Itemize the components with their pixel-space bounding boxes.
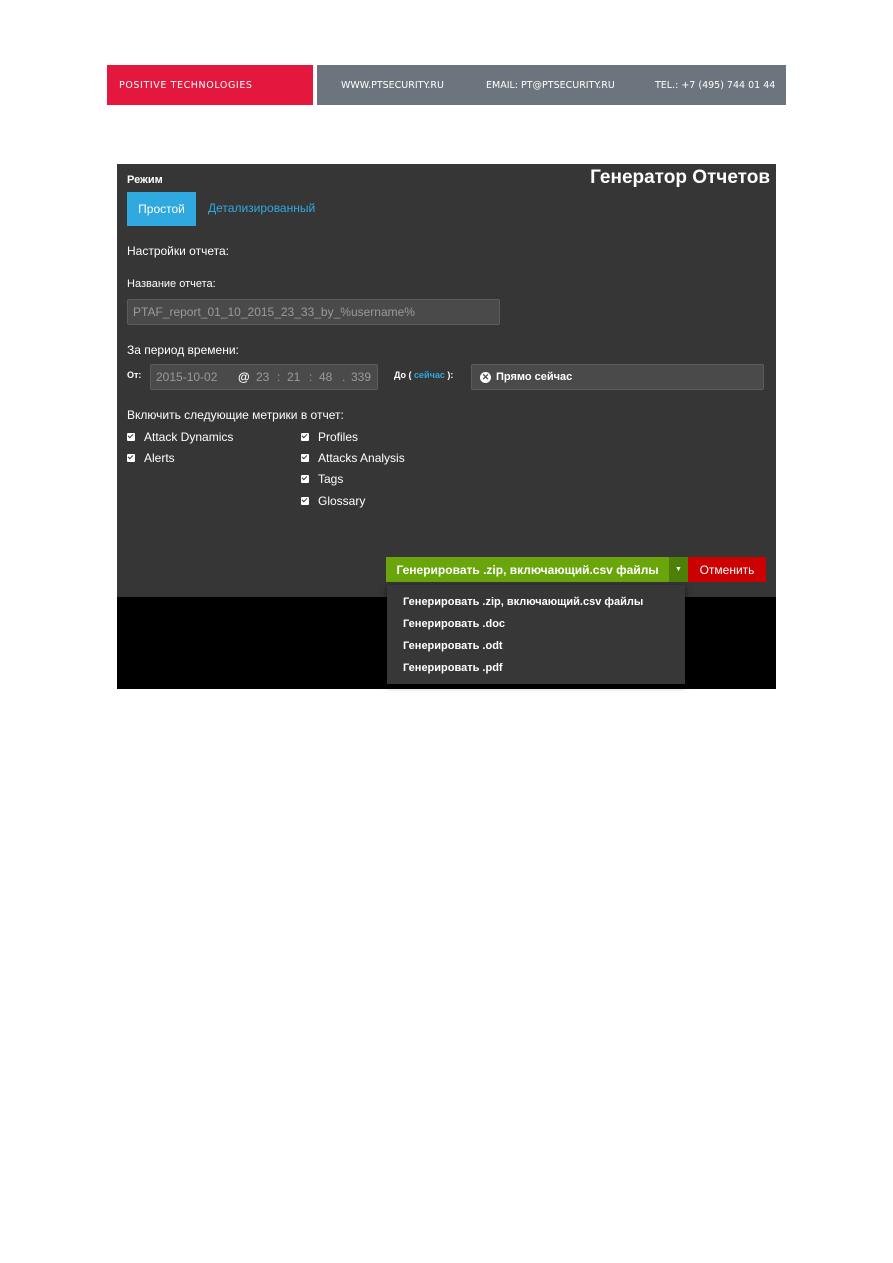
now-link[interactable]: сейчас	[414, 370, 445, 380]
metric-attack-dynamics[interactable]: Attack Dynamics	[127, 430, 233, 444]
metric-tags[interactable]: Tags	[301, 472, 343, 486]
tab-simple[interactable]: Простой	[127, 192, 196, 226]
cancel-button[interactable]: Отменить	[688, 557, 766, 582]
document-header-banner: POSITIVE TECHNOLOGIES WWW.PTSECURITY.RU …	[107, 65, 786, 105]
report-name-label: Название отчета:	[127, 278, 216, 290]
contact-bar: WWW.PTSECURITY.RU EMAIL: PT@PTSECURITY.R…	[317, 65, 786, 105]
checkbox-checked-icon[interactable]	[301, 497, 309, 505]
metric-label: Attack Dynamics	[144, 430, 234, 444]
generate-zip-button[interactable]: Генерировать .zip, включающий.csv файлы	[386, 557, 669, 582]
checkbox-checked-icon[interactable]	[301, 475, 309, 483]
metric-glossary[interactable]: Glossary	[301, 494, 365, 508]
from-second-input[interactable]: 48	[319, 370, 332, 384]
to-label-prefix: До (	[394, 370, 412, 380]
from-date-input[interactable]: 2015-10-02	[156, 370, 217, 384]
report-generator-window: Режим Генератор Отчетов Простой Детализи…	[117, 164, 776, 689]
brand-name: POSITIVE TECHNOLOGIES	[107, 65, 313, 105]
checkbox-checked-icon[interactable]	[127, 433, 135, 441]
metric-label: Tags	[318, 472, 344, 486]
metric-attacks-analysis[interactable]: Attacks Analysis	[301, 451, 405, 465]
metric-label: Profiles	[318, 430, 359, 444]
checkbox-checked-icon[interactable]	[127, 454, 135, 462]
metric-label: Glossary	[318, 494, 366, 508]
from-ms-input[interactable]: 339	[351, 370, 371, 384]
menu-item-zip[interactable]: Генерировать .zip, включающий.csv файлы	[403, 596, 643, 608]
generate-format-menu: Генерировать .zip, включающий.csv файлы …	[387, 585, 685, 684]
metric-label: Attacks Analysis	[318, 451, 405, 465]
report-name-input[interactable]: PTAF_report_01_10_2015_23_33_by_%usernam…	[127, 299, 500, 325]
now-button-label: Прямо сейчас	[496, 371, 573, 383]
report-generator-form: Режим Генератор Отчетов Простой Детализи…	[117, 164, 776, 597]
tab-detailed[interactable]: Детализированный	[208, 201, 315, 215]
phone-text: TEL.: +7 (495) 744 01 44	[655, 79, 776, 91]
menu-item-doc[interactable]: Генерировать .doc	[403, 618, 505, 630]
menu-item-odt[interactable]: Генерировать .odt	[403, 640, 503, 652]
time-separator: :	[277, 370, 281, 384]
to-label-suffix: ):	[447, 370, 454, 380]
from-hour-input[interactable]: 23	[256, 370, 269, 384]
website-text: WWW.PTSECURITY.RU	[341, 79, 444, 91]
at-symbol: @	[238, 370, 250, 384]
page-title: Генератор Отчетов	[590, 167, 770, 188]
x-circle-icon[interactable]: ✕	[480, 371, 491, 383]
checkbox-checked-icon[interactable]	[301, 454, 309, 462]
from-label: От:	[127, 370, 142, 380]
email-text: EMAIL: PT@PTSECURITY.RU	[486, 79, 615, 91]
mode-label: Режим	[127, 174, 163, 186]
to-now-field[interactable]: ✕ Прямо сейчас	[471, 364, 764, 390]
period-label: За период времени:	[127, 343, 239, 357]
metrics-label: Включить следующие метрики в отчет:	[127, 408, 344, 422]
from-minute-input[interactable]: 21	[287, 370, 300, 384]
metric-profiles[interactable]: Profiles	[301, 430, 358, 444]
menu-item-pdf[interactable]: Генерировать .pdf	[403, 662, 503, 674]
ms-separator: .	[342, 370, 346, 384]
time-separator: :	[309, 370, 313, 384]
settings-heading: Настройки отчета:	[127, 244, 229, 258]
to-label: До ( сейчас ):	[394, 370, 453, 380]
metric-alerts[interactable]: Alerts	[127, 451, 175, 465]
checkbox-checked-icon[interactable]	[301, 433, 309, 441]
metric-label: Alerts	[144, 451, 175, 465]
chevron-down-icon[interactable]: ▼	[669, 557, 688, 582]
from-datetime-field[interactable]: 2015-10-02 @ 23 : 21 : 48 . 339	[150, 364, 378, 390]
